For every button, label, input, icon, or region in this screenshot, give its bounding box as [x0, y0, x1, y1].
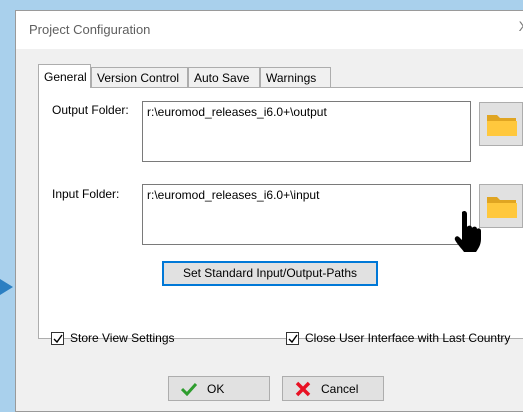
store-view-settings-option[interactable]: Store View Settings — [51, 331, 175, 345]
close-ui-last-country-checkbox[interactable] — [286, 331, 299, 345]
ok-label: OK — [207, 381, 225, 396]
arrow-right-icon — [0, 279, 13, 295]
tab-general[interactable]: General — [38, 64, 91, 88]
title-bar: Project Configuration X — [16, 11, 523, 49]
browse-input-button[interactable] — [479, 184, 523, 228]
store-view-settings-checkbox[interactable] — [51, 331, 64, 345]
close-ui-last-country-option[interactable]: Close User Interface with Last Country — [286, 331, 510, 345]
close-icon[interactable]: X — [519, 18, 523, 34]
project-configuration-dialog: Project Configuration X General Version … — [15, 10, 523, 412]
store-view-settings-label: Store View Settings — [70, 331, 175, 345]
ok-button[interactable]: OK — [168, 376, 270, 401]
tab-auto-save[interactable]: Auto Save — [188, 67, 260, 87]
general-tab-panel: Output Folder: r:\euromod_releases_i6.0+… — [38, 87, 523, 339]
red-x-icon — [295, 381, 311, 396]
folder-icon — [487, 197, 517, 218]
input-folder-label: Input Folder: — [52, 187, 120, 201]
hand-pointer-icon — [454, 210, 481, 252]
close-ui-last-country-label: Close User Interface with Last Country — [305, 331, 511, 345]
folder-icon — [487, 115, 517, 136]
browse-output-button[interactable] — [479, 102, 523, 146]
cancel-button[interactable]: Cancel — [282, 376, 384, 401]
tab-version-control[interactable]: Version Control — [91, 67, 188, 87]
dialog-title: Project Configuration — [29, 22, 151, 37]
tab-warnings[interactable]: Warnings — [260, 67, 331, 87]
cancel-label: Cancel — [321, 381, 359, 396]
output-folder-label: Output Folder: — [52, 103, 129, 117]
set-standard-paths-button[interactable]: Set Standard Input/Output-Paths — [162, 261, 378, 286]
input-folder-field[interactable]: r:\euromod_releases_i6.0+\input — [142, 184, 471, 245]
checkmark-icon — [181, 382, 197, 396]
output-folder-field[interactable]: r:\euromod_releases_i6.0+\output — [142, 101, 471, 162]
